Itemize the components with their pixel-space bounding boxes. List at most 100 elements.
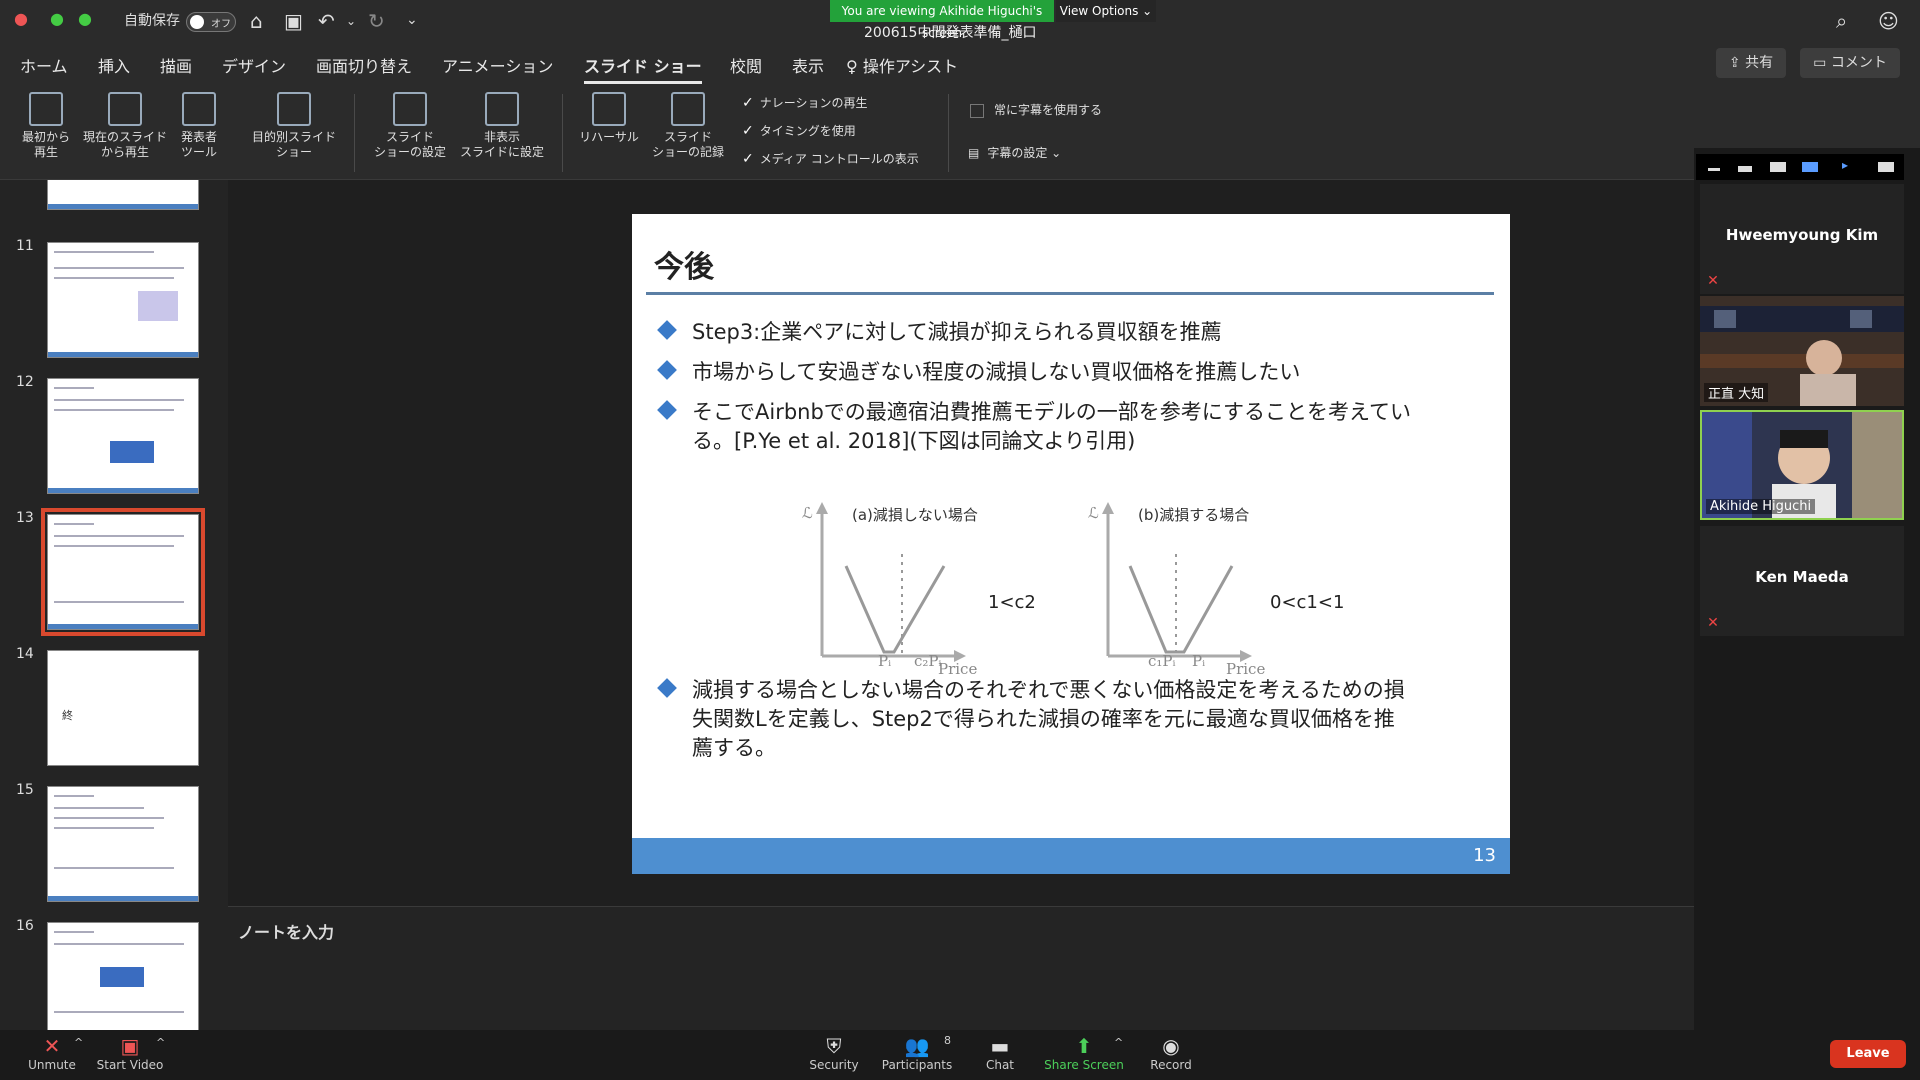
custom-show-icon <box>277 92 311 126</box>
bullet-text: そこでAirbnbでの最適宿泊費推薦モデルの一部を参考にすることを考えている。[… <box>692 400 1411 453</box>
thumb-line <box>54 943 184 945</box>
muted-mic-icon: ✕ <box>43 1034 61 1058</box>
custom-show-button[interactable]: 目的別スライド ショー <box>248 92 340 160</box>
autosave-label: 自動保存 <box>124 13 180 29</box>
slide-thumbnail-15[interactable] <box>47 786 199 902</box>
participant-video-akihide[interactable]: Akihide Higuchi <box>1700 410 1904 520</box>
narration-checkbox[interactable]: ✓ ナレーションの再生 <box>742 94 868 111</box>
from-current-button[interactable]: 現在のスライド から再生 <box>80 92 170 160</box>
thumb-line <box>54 409 174 411</box>
participant-tile-ken[interactable]: Ken Maeda ✕ <box>1700 526 1904 636</box>
tab-design[interactable]: デザイン <box>222 53 286 77</box>
start-video-button[interactable]: ▣ Start Video <box>96 1034 164 1072</box>
smiley-icon[interactable]: ☺ <box>1878 9 1899 33</box>
presenter-tools-label: 発表者 ツール <box>180 130 217 159</box>
tab-insert[interactable]: 挿入 <box>98 53 130 77</box>
thumbnail-number: 12 <box>16 374 34 390</box>
narration-label: ナレーションの再生 <box>759 96 868 110</box>
tab-transitions[interactable]: 画面切り替え <box>316 53 412 77</box>
slide-footer-bar: 13 <box>632 838 1510 874</box>
exit-fullscreen-icon[interactable] <box>1878 162 1894 172</box>
tick-a-pi: Pᵢ <box>878 652 892 670</box>
autosave-toggle[interactable]: オフ <box>186 12 236 32</box>
thumb-line <box>54 807 144 809</box>
diamond-bullet-icon <box>657 400 677 420</box>
loss-function-figure: (a)減損しない場合 (b)減損する場合 ℒ ℒ Pᵢ c₂Pᵢ Price c… <box>802 500 1368 678</box>
participants-label: Participants <box>881 1058 953 1072</box>
current-slide[interactable]: 今後 Step3:企業ペアに対して減損が抑えられる買収額を推薦 市場からして安過… <box>632 214 1510 874</box>
participant-video-seichoku[interactable]: 正直 大知 <box>1700 296 1904 406</box>
record-label: Record <box>1150 1058 1192 1072</box>
title-underline <box>646 292 1494 295</box>
video-layout-strip: ▸ <box>1696 154 1904 180</box>
search-icon[interactable]: ⌕ <box>1836 9 1847 33</box>
slide-thumbnail[interactable] <box>47 180 199 210</box>
participants-button[interactable]: 👥 Participants <box>880 1034 954 1072</box>
thumb-line <box>54 535 184 537</box>
timing-checkbox[interactable]: ✓ タイミングを使用 <box>742 122 856 139</box>
green-status-icon[interactable]: ● <box>78 9 92 28</box>
tab-draw[interactable]: 描画 <box>160 53 192 77</box>
thumb-line <box>54 277 174 279</box>
show-settings-button[interactable]: スライド ショーの設定 <box>370 92 450 160</box>
media-controls-label: メディア コントロールの表示 <box>759 152 919 166</box>
next-page-icon[interactable]: ▸ <box>1842 158 1848 172</box>
undo-dropdown-icon[interactable]: ⌄ <box>346 14 356 28</box>
media-controls-checkbox[interactable]: ✓ メディア コントロールの表示 <box>742 150 919 167</box>
diamond-bullet-icon <box>657 320 677 340</box>
tab-tell-me[interactable]: ♀ 操作アシスト <box>846 53 958 77</box>
participant-tile-hweemyoung[interactable]: Hweemyoung Kim ✕ <box>1700 184 1904 294</box>
undo-icon[interactable]: ↶ <box>318 9 335 33</box>
subtitle-settings-button[interactable]: ▤ 字幕の設定 ⌄ <box>968 144 1061 161</box>
audio-options-chevron-icon[interactable]: ^ <box>74 1036 83 1049</box>
record-button[interactable]: ◉ Record <box>1146 1034 1196 1072</box>
always-subtitles-checkbox[interactable]: 常に字幕を使用する <box>970 101 1102 118</box>
share-options-chevron-icon[interactable]: ^ <box>1114 1036 1123 1049</box>
from-beginning-button[interactable]: 最初から 再生 <box>18 92 74 160</box>
rehearse-button[interactable]: リハーサル <box>576 92 642 145</box>
strip-view-icon[interactable] <box>1738 166 1752 172</box>
thumbnail-number: 11 <box>16 238 34 254</box>
slide-thumbnail-16[interactable] <box>47 922 199 1030</box>
presenter-tools-button[interactable]: 発表者 ツール <box>176 92 222 160</box>
redo-icon[interactable]: ↻ <box>368 9 385 33</box>
comment-icon: ▭ <box>1813 55 1827 71</box>
meeting-toolbar: ✕ Unmute ^ ▣ Start Video ^ ⛨ Security 👥 Part… <box>0 1030 1920 1080</box>
slide-editor: 今後 Step3:企業ペアに対して減損が抑えられる買収額を推薦 市場からして安過… <box>228 180 1694 906</box>
chat-button[interactable]: ▬ Chat <box>980 1034 1020 1072</box>
share-screen-button[interactable]: ⬆ Share Screen <box>1044 1034 1124 1072</box>
view-options-button[interactable]: View Options ⌄ <box>1056 0 1156 22</box>
tab-slideshow[interactable]: スライド ショー <box>584 53 702 84</box>
speaker-view-icon[interactable] <box>1770 162 1786 172</box>
gallery-view-icon[interactable] <box>1802 162 1818 172</box>
customize-toolbar-icon[interactable]: ⌄ <box>406 12 418 28</box>
tab-animations[interactable]: アニメーション <box>442 53 553 77</box>
slide-thumbnail-13[interactable] <box>41 508 205 636</box>
notes-pane[interactable]: ノートを入力 <box>228 906 1694 1030</box>
slide-thumbnail-11[interactable] <box>47 242 199 358</box>
tab-review[interactable]: 校閲 <box>730 53 762 77</box>
hide-slide-button[interactable]: 非表示 スライドに設定 <box>456 92 548 160</box>
tab-view[interactable]: 表示 <box>792 53 824 77</box>
slide-page-number: 13 <box>1473 845 1496 866</box>
shield-status-icon[interactable]: ● <box>50 9 64 28</box>
comment-button[interactable]: ▭ コメント <box>1800 48 1900 78</box>
minimize-icon[interactable] <box>1708 168 1720 171</box>
video-options-chevron-icon[interactable]: ^ <box>156 1036 165 1049</box>
thumbnail-number: 14 <box>16 646 34 662</box>
slide-thumbnail-12[interactable] <box>47 378 199 494</box>
security-button[interactable]: ⛨ Security <box>804 1034 864 1072</box>
slide-thumbnail-14[interactable]: 終 <box>47 650 199 766</box>
leave-button[interactable]: Leave <box>1830 1040 1906 1068</box>
record-show-button[interactable]: スライド ショーの記録 <box>648 92 728 160</box>
unmute-button[interactable]: ✕ Unmute <box>24 1034 80 1072</box>
save-icon[interactable]: ▣ <box>284 9 303 33</box>
zoom-status-icon[interactable]: ● <box>14 9 28 28</box>
thumb-line <box>54 827 154 829</box>
tab-home[interactable]: ホーム <box>20 53 68 77</box>
subtitle-icon: ▤ <box>968 146 980 160</box>
notes-placeholder: ノートを入力 <box>238 923 335 942</box>
home-icon[interactable]: ⌂ <box>250 9 263 33</box>
share-button[interactable]: ⇪ 共有 <box>1716 48 1786 78</box>
thumb-footer <box>48 488 198 493</box>
